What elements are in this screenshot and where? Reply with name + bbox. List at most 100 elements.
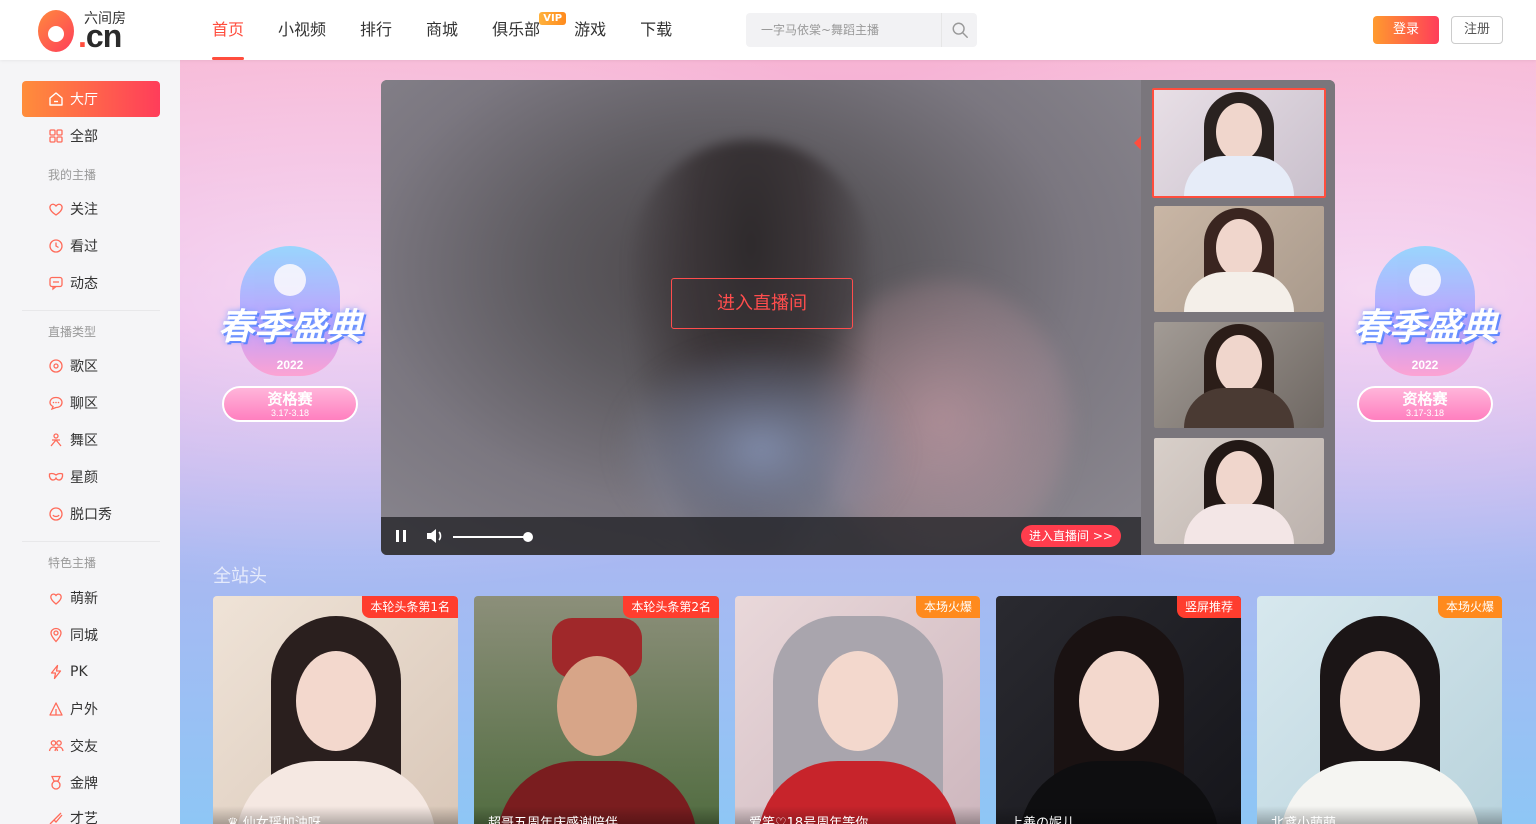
event-pill-label: 资格赛	[267, 390, 313, 408]
thumb-face	[1216, 334, 1262, 393]
card-anchor-name: ♛ 仙女瑶加油呀	[213, 806, 458, 824]
sidebar-item-gold[interactable]: 金牌	[22, 765, 160, 801]
sidebar-divider	[22, 310, 160, 311]
anchor-thumbnail[interactable]	[1154, 438, 1324, 544]
main-nav: 首页 小视频 排行 商城 俱乐部 VIP 游戏 下载	[212, 0, 706, 60]
sidebar-item-newbie[interactable]: 萌新	[22, 580, 160, 616]
mask-icon	[48, 469, 64, 485]
register-button[interactable]: 注册	[1451, 16, 1503, 44]
sidebar-item-label: 关注	[70, 202, 98, 218]
vip-badge: VIP	[539, 12, 567, 25]
thumb-body	[1184, 272, 1294, 312]
dancer-icon	[48, 432, 64, 448]
sidebar-item-talk-show[interactable]: 脱口秀	[22, 496, 160, 532]
anchor-thumbnail[interactable]	[1152, 88, 1326, 198]
enter-room-small-button[interactable]: 进入直播间 >>	[1021, 525, 1121, 547]
anchor-card[interactable]: 本轮头条第1名 ♛ 仙女瑶加油呀	[213, 596, 458, 824]
card-face	[817, 651, 898, 751]
event-pill: 资格赛 3.17-3.18	[222, 386, 358, 422]
logo-domain: .cn	[78, 18, 122, 54]
sidebar-item-feed[interactable]: 动态	[22, 265, 160, 301]
users-icon	[48, 738, 64, 754]
sidebar-item-star[interactable]: 星颜	[22, 459, 160, 495]
site-logo[interactable]: 六间房 .cn	[38, 8, 130, 54]
anchor-card[interactable]: 本场火爆 北鸢小萌萌	[1257, 596, 1502, 824]
nav-download[interactable]: 下载	[640, 0, 672, 60]
sidebar-divider	[22, 541, 160, 542]
chat-bubble-icon	[48, 395, 64, 411]
medal-icon	[48, 775, 64, 791]
video-stream[interactable]: 进入直播间 进入直播间 >>	[381, 80, 1141, 555]
sidebar-item-label: 萌新	[70, 591, 98, 607]
section-title: 全站头	[213, 566, 267, 587]
sidebar-item-label: 才艺	[70, 811, 98, 824]
volume-slider-track[interactable]	[453, 536, 529, 538]
home-icon	[48, 91, 64, 107]
pause-icon[interactable]	[393, 528, 409, 544]
event-banner-right[interactable]: 春季盛典 2022 资格赛 3.17-3.18	[1335, 246, 1515, 446]
heart-icon	[48, 201, 64, 217]
nav-games[interactable]: 游戏	[574, 0, 606, 60]
card-face	[295, 651, 376, 751]
sidebar-item-watched[interactable]: 看过	[22, 228, 160, 264]
event-pill-label: 资格赛	[1402, 390, 1448, 408]
sidebar-item-label: 金牌	[70, 776, 98, 792]
anchor-card[interactable]: 本轮头条第2名 超哥五周年庆感谢陪伴	[474, 596, 719, 824]
sidebar-item-local[interactable]: 同城	[22, 617, 160, 653]
event-banner-left[interactable]: 春季盛典 2022 资格赛 3.17-3.18	[200, 246, 380, 446]
volume-slider-knob[interactable]	[523, 532, 533, 542]
tent-icon	[48, 701, 64, 717]
card-anchor-name: 北鸢小萌萌	[1257, 806, 1502, 824]
enter-room-button[interactable]: 进入直播间	[671, 278, 853, 329]
sidebar-item-dance[interactable]: 舞区	[22, 422, 160, 458]
volume-icon[interactable]	[425, 527, 445, 545]
sidebar-item-chat[interactable]: 聊区	[22, 385, 160, 421]
anchor-card[interactable]: 竖屏推荐 上善の妮儿	[996, 596, 1241, 824]
thumb-face	[1216, 218, 1262, 277]
sidebar-item-label: 交友	[70, 739, 98, 755]
music-disc-icon	[48, 358, 64, 374]
sidebar: 大厅 全部 我的主播 关注 看过 动态 直播类型 歌区 聊区 舞区 星颜 脱口秀…	[0, 60, 180, 824]
sidebar-section-featured: 特色主播	[48, 556, 97, 570]
thumb-face	[1216, 450, 1262, 509]
search-input[interactable]	[746, 13, 940, 47]
grid-icon	[48, 128, 64, 144]
sidebar-item-outdoor[interactable]: 户外	[22, 691, 160, 727]
lightning-icon	[48, 664, 64, 680]
nav-home[interactable]: 首页	[212, 0, 245, 60]
sidebar-item-social[interactable]: 交友	[22, 728, 160, 764]
thumb-body	[1184, 504, 1294, 544]
event-dates: 3.17-3.18	[270, 408, 310, 418]
event-title: 春季盛典	[1352, 307, 1497, 348]
main-content: 春季盛典 2022 资格赛 3.17-3.18 春季盛典 2022 资格赛 3.…	[180, 60, 1536, 824]
sidebar-item-label: 聊区	[70, 396, 98, 412]
sidebar-item-talent[interactable]: 才艺	[22, 800, 160, 824]
nav-mall[interactable]: 商城	[426, 0, 458, 60]
card-tag: 本场火爆	[915, 596, 980, 618]
sidebar-item-label: 舞区	[70, 433, 98, 449]
search-button[interactable]	[941, 13, 977, 47]
card-tag: 竖屏推荐	[1176, 596, 1241, 618]
sidebar-item-label: 看过	[70, 239, 98, 255]
sidebar-item-all[interactable]: 全部	[22, 118, 160, 154]
sidebar-item-pk[interactable]: PK	[22, 654, 160, 690]
nav-ranking[interactable]: 排行	[360, 0, 392, 60]
sidebar-item-hall[interactable]: 大厅	[22, 81, 160, 117]
anchor-card[interactable]: 本场火爆 爱笑♡18号周年等你	[735, 596, 980, 824]
event-title: 春季盛典	[217, 307, 362, 348]
sidebar-item-follow[interactable]: 关注	[22, 191, 160, 227]
smile-icon	[48, 506, 64, 522]
nav-club[interactable]: 俱乐部 VIP	[492, 0, 567, 60]
thumb-face	[1216, 102, 1262, 161]
login-button[interactable]: 登录	[1373, 16, 1439, 44]
nav-short-video[interactable]: 小视频	[278, 0, 326, 60]
sidebar-item-label: 全部	[70, 129, 98, 145]
anchor-thumbnail[interactable]	[1154, 206, 1324, 312]
brush-icon	[48, 810, 64, 824]
search-box	[746, 13, 977, 47]
anchor-thumbnail[interactable]	[1154, 322, 1324, 428]
card-face	[556, 656, 637, 756]
sidebar-item-song[interactable]: 歌区	[22, 348, 160, 384]
event-pill: 资格赛 3.17-3.18	[1357, 386, 1493, 422]
card-anchor-name: 上善の妮儿	[996, 806, 1241, 824]
